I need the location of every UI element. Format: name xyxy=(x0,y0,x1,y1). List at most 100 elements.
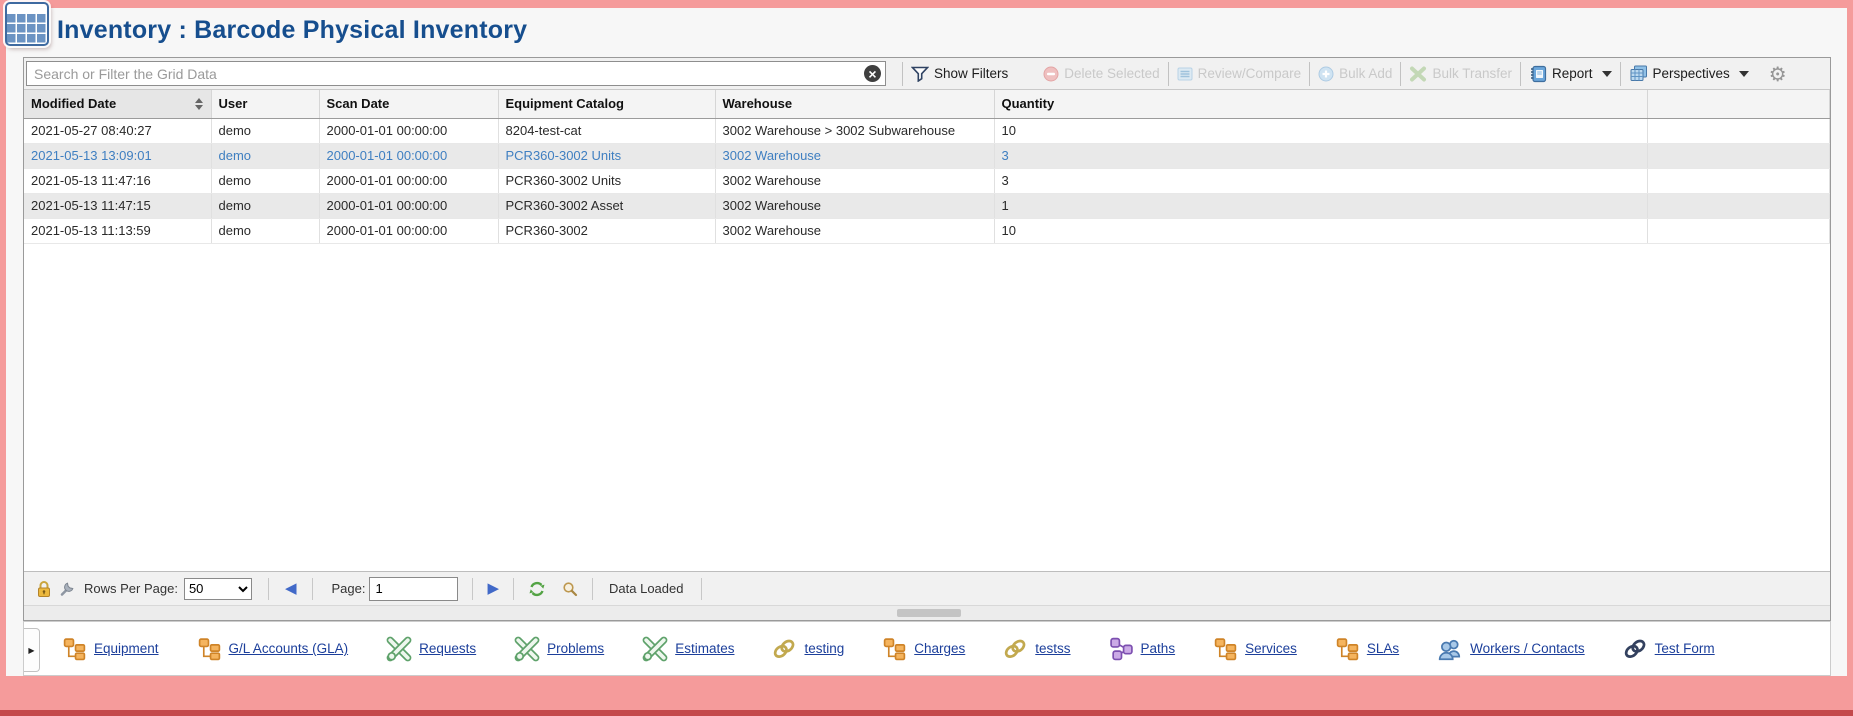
app-window: Inventory : Barcode Physical Inventory S… xyxy=(6,8,1847,676)
delete-selected-label: Delete Selected xyxy=(1064,66,1159,81)
toolbar-separator xyxy=(1400,62,1401,86)
people-blue-icon xyxy=(1437,636,1463,662)
grid-status-text: Data Loaded xyxy=(609,581,683,596)
link-estimates[interactable]: Estimates xyxy=(642,636,734,662)
cell-quantity: 10 xyxy=(994,118,1647,143)
tree-orange-icon xyxy=(1213,636,1238,661)
column-header-user[interactable]: User xyxy=(211,90,319,118)
chevron-down-icon xyxy=(1739,71,1749,77)
table-row[interactable]: 2021-05-13 11:47:16 demo 2000-01-01 00:0… xyxy=(24,168,1830,193)
table-row[interactable]: 2021-05-13 11:13:59 demo 2000-01-01 00:0… xyxy=(24,218,1830,243)
perspectives-button[interactable]: Perspectives xyxy=(1629,65,1749,83)
gear-icon[interactable]: ⚙ xyxy=(1769,64,1787,84)
column-header-scan-date[interactable]: Scan Date xyxy=(319,90,498,118)
grid-empty-area xyxy=(24,244,1830,572)
table-row-selected[interactable]: 2021-05-13 13:09:01 demo 2000-01-01 00:0… xyxy=(24,143,1830,168)
cell-empty xyxy=(1647,143,1830,168)
rows-per-page-select[interactable]: 50 xyxy=(184,578,252,600)
inventory-table: Modified Date User Scan Date Equipment C… xyxy=(24,90,1830,244)
column-header-modified-date[interactable]: Modified Date xyxy=(24,90,211,118)
column-header-equipment-catalog[interactable]: Equipment Catalog xyxy=(498,90,715,118)
cell-modified-date: 2021-05-27 08:40:27 xyxy=(24,118,211,143)
link-charges[interactable]: Charges xyxy=(882,636,965,661)
bulk-add-button[interactable]: Bulk Add xyxy=(1318,66,1392,82)
pager-separator xyxy=(268,578,269,600)
cell-empty xyxy=(1647,118,1830,143)
grid-toolbar: Show Filters Delete Selected Review/Comp… xyxy=(24,58,1830,90)
cell-empty xyxy=(1647,218,1830,243)
bulk-transfer-label: Bulk Transfer xyxy=(1432,66,1512,81)
cell-user: demo xyxy=(211,218,319,243)
report-button[interactable]: Report xyxy=(1529,65,1612,83)
cell-equipment-catalog: PCR360-3002 Asset xyxy=(498,193,715,218)
inventory-grid-panel: Show Filters Delete Selected Review/Comp… xyxy=(23,57,1831,621)
refresh-icon[interactable] xyxy=(528,580,546,598)
link-paths[interactable]: Paths xyxy=(1109,636,1176,661)
link-testss[interactable]: testss xyxy=(1003,636,1070,661)
table-row[interactable]: 2021-05-27 08:40:27 demo 2000-01-01 00:0… xyxy=(24,118,1830,143)
cell-modified-date: 2021-05-13 13:09:01 xyxy=(24,143,211,168)
tree-orange-icon xyxy=(1335,636,1360,661)
cell-warehouse: 3002 Warehouse xyxy=(715,193,994,218)
link-testing[interactable]: testing xyxy=(772,636,844,661)
table-row[interactable]: 2021-05-13 11:47:15 demo 2000-01-01 00:0… xyxy=(24,193,1830,218)
link-requests[interactable]: Requests xyxy=(386,636,476,662)
column-header-quantity[interactable]: Quantity xyxy=(994,90,1647,118)
link-workers-contacts[interactable]: Workers / Contacts xyxy=(1437,636,1585,662)
perspectives-stack-icon xyxy=(1629,65,1648,83)
review-compare-button[interactable]: Review/Compare xyxy=(1177,66,1302,82)
pager-separator xyxy=(701,578,702,600)
perspectives-label: Perspectives xyxy=(1653,66,1730,81)
wrench-icon[interactable] xyxy=(58,580,76,598)
horizontal-scrollbar[interactable] xyxy=(24,605,1830,620)
clear-circle-x-icon[interactable] xyxy=(864,65,881,82)
rows-per-page-label: Rows Per Page: xyxy=(84,581,178,596)
pagination-bar: Rows Per Page: 50 Page: xyxy=(24,571,1830,605)
pager-separator xyxy=(592,578,593,600)
prev-page-icon[interactable] xyxy=(285,581,297,596)
show-filters-label: Show Filters xyxy=(934,66,1008,81)
bulk-add-label: Bulk Add xyxy=(1339,66,1392,81)
link-services[interactable]: Services xyxy=(1213,636,1297,661)
cell-equipment-catalog: 8204-test-cat xyxy=(498,118,715,143)
lock-icon[interactable] xyxy=(36,580,52,598)
cell-user: demo xyxy=(211,168,319,193)
link-slas[interactable]: SLAs xyxy=(1335,636,1399,661)
table-header-row: Modified Date User Scan Date Equipment C… xyxy=(24,90,1830,118)
next-page-icon[interactable] xyxy=(487,581,499,596)
cell-warehouse: 3002 Warehouse > 3002 Subwarehouse xyxy=(715,118,994,143)
cell-quantity: 3 xyxy=(994,143,1647,168)
pager-separator xyxy=(472,578,473,600)
cell-empty xyxy=(1647,168,1830,193)
column-header-warehouse[interactable]: Warehouse xyxy=(715,90,994,118)
page-input[interactable] xyxy=(369,577,458,601)
link-test-form[interactable]: Test Form xyxy=(1623,636,1715,661)
link-gl-accounts[interactable]: G/L Accounts (GLA) xyxy=(197,636,349,661)
cell-empty xyxy=(1647,193,1830,218)
review-list-icon xyxy=(1177,66,1193,82)
cell-equipment-catalog: PCR360-3002 xyxy=(498,218,715,243)
plus-circle-icon xyxy=(1318,66,1334,82)
bulk-transfer-button[interactable]: Bulk Transfer xyxy=(1409,66,1512,82)
link-equipment[interactable]: Equipment xyxy=(62,636,159,661)
scrollbar-thumb[interactable] xyxy=(897,609,961,617)
chain-gold-icon xyxy=(772,636,797,661)
tools-green-icon xyxy=(514,636,540,662)
delete-selected-button[interactable]: Delete Selected xyxy=(1043,66,1159,82)
link-problems[interactable]: Problems xyxy=(514,636,604,662)
search-input[interactable] xyxy=(26,61,886,86)
sort-icon[interactable] xyxy=(195,98,203,110)
magnifier-icon[interactable] xyxy=(562,581,578,597)
show-filters-button[interactable]: Show Filters xyxy=(911,66,1008,82)
expand-arrow-icon[interactable] xyxy=(24,628,40,672)
report-notebook-icon xyxy=(1529,65,1547,83)
chain-gold-icon xyxy=(1003,636,1028,661)
tree-orange-icon xyxy=(882,636,907,661)
report-label: Report xyxy=(1552,66,1593,81)
tools-green-icon xyxy=(386,636,412,662)
chain-navy-icon xyxy=(1623,636,1648,661)
cell-warehouse: 3002 Warehouse xyxy=(715,168,994,193)
search-wrap xyxy=(26,61,886,86)
cell-modified-date: 2021-05-13 11:47:16 xyxy=(24,168,211,193)
chevron-down-icon xyxy=(1602,71,1612,77)
